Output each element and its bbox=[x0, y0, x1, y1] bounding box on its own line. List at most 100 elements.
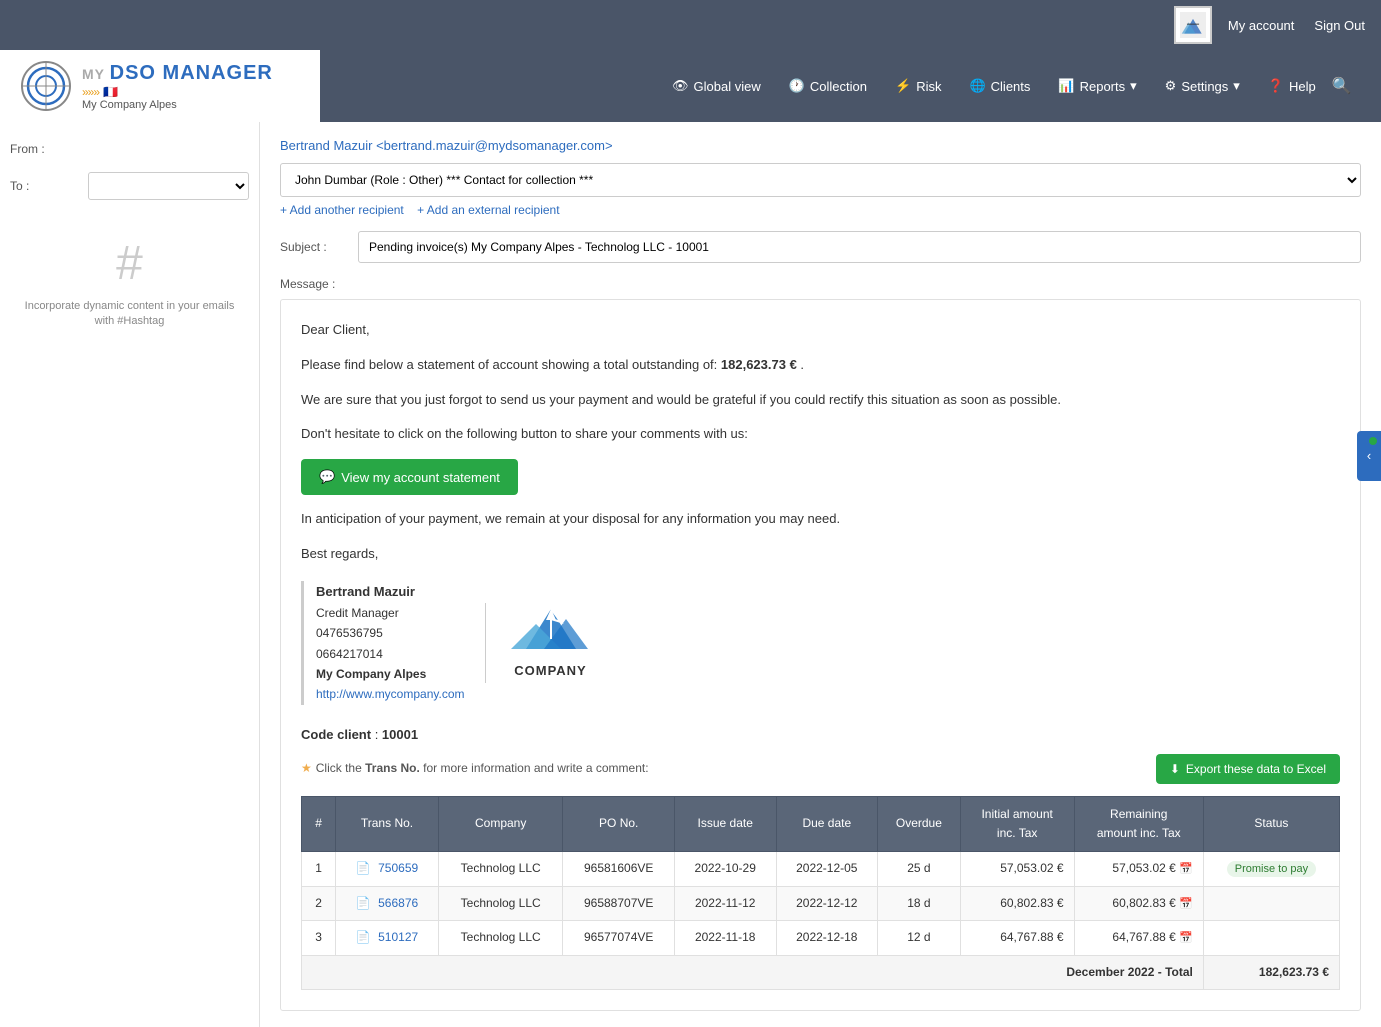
company-logo-text: COMPANY bbox=[514, 661, 586, 682]
search-icon[interactable]: 🔍 bbox=[1332, 76, 1352, 96]
from-row: From : bbox=[10, 142, 249, 156]
export-excel-button[interactable]: ⬇ Export these data to Excel bbox=[1156, 754, 1340, 784]
top-header: My account Sign Out bbox=[0, 0, 1381, 50]
cell-trans: 📄 750659 bbox=[336, 852, 439, 887]
cell-overdue: 12 d bbox=[878, 921, 961, 956]
email-paragraph1: Please find below a statement of account… bbox=[301, 355, 1340, 376]
invoice-table: # Trans No. Company PO No. Issue date Du… bbox=[301, 796, 1340, 990]
hashtag-section: # Incorporate dynamic content in your em… bbox=[10, 216, 249, 350]
email-body: Dear Client, Please find below a stateme… bbox=[280, 299, 1361, 1011]
col-overdue: Overdue bbox=[878, 796, 961, 851]
subject-row: Subject : bbox=[280, 231, 1361, 263]
nav-item-risk[interactable]: ⚡ Risk bbox=[883, 64, 953, 108]
col-num: # bbox=[302, 796, 336, 851]
sign-out-link[interactable]: Sign Out bbox=[1314, 18, 1365, 33]
table-row: 3 📄 510127 Technolog LLC 96577074VE 2022… bbox=[302, 921, 1340, 956]
cell-num: 1 bbox=[302, 852, 336, 887]
subject-input[interactable] bbox=[358, 231, 1361, 263]
settings-dropdown-icon: ▾ bbox=[1233, 78, 1240, 94]
status-badge: Promise to pay bbox=[1227, 861, 1316, 877]
nav-label: Clients bbox=[991, 79, 1031, 94]
table-row: 1 📄 750659 Technolog LLC 96581606VE 2022… bbox=[302, 852, 1340, 887]
logo-main: MY DSO MANAGER bbox=[82, 62, 273, 85]
view-account-button[interactable]: 💬 View my account statement bbox=[301, 459, 518, 495]
cell-status: Promise to pay bbox=[1203, 852, 1339, 887]
pdf-icon: 📄 bbox=[356, 896, 371, 910]
to-dropdown[interactable]: John Dumbar (Role : Other) *** Contact f… bbox=[280, 163, 1361, 197]
trans-link[interactable]: 510127 bbox=[378, 930, 418, 944]
cell-due: 2022-12-18 bbox=[776, 921, 878, 956]
cell-initial: 64,767.88 € bbox=[960, 921, 1074, 956]
comment-icon: 💬 bbox=[319, 469, 335, 485]
add-another-recipient-link[interactable]: + Add another recipient bbox=[280, 203, 404, 217]
nav-item-collection[interactable]: 🕐 Collection bbox=[777, 64, 879, 108]
cell-issue: 2022-10-29 bbox=[674, 852, 776, 887]
settings-icon: ⚙ bbox=[1165, 78, 1177, 94]
cell-po: 96581606VE bbox=[563, 852, 674, 887]
cell-status bbox=[1203, 886, 1339, 921]
logo-text: MY DSO MANAGER »»» 🇫🇷 My Company Alpes bbox=[82, 62, 273, 111]
email-paragraph3: Don't hesitate to click on the following… bbox=[301, 424, 1340, 445]
cell-num: 3 bbox=[302, 921, 336, 956]
chevron-left-icon: ‹ bbox=[1367, 448, 1371, 463]
total-row: December 2022 - Total 182,623.73 € bbox=[302, 955, 1340, 989]
account-logo bbox=[1174, 6, 1212, 44]
nav-item-help[interactable]: ❓ Help bbox=[1256, 64, 1328, 108]
calendar-icon[interactable]: 📅 bbox=[1179, 932, 1193, 944]
cell-overdue: 25 d bbox=[878, 852, 961, 887]
nav-item-settings[interactable]: ⚙ Settings ▾ bbox=[1153, 64, 1252, 108]
cell-remaining: 60,802.83 € 📅 bbox=[1074, 886, 1203, 921]
email-paragraph4: In anticipation of your payment, we rema… bbox=[301, 509, 1340, 530]
calendar-icon[interactable]: 📅 bbox=[1179, 863, 1193, 875]
logo-arrows: »»» 🇫🇷 bbox=[82, 85, 273, 99]
logo-section: MY DSO MANAGER »»» 🇫🇷 My Company Alpes bbox=[0, 50, 320, 122]
cell-company: Technolog LLC bbox=[438, 921, 563, 956]
clients-icon: 🌐 bbox=[969, 78, 985, 94]
to-row: To : bbox=[10, 172, 249, 200]
table-row: 2 📄 566876 Technolog LLC 96588707VE 2022… bbox=[302, 886, 1340, 921]
cell-po: 96577074VE bbox=[563, 921, 674, 956]
cell-remaining: 57,053.02 € 📅 bbox=[1074, 852, 1203, 887]
col-remaining: Remainingamount inc. Tax bbox=[1074, 796, 1203, 851]
nav-label: Help bbox=[1289, 79, 1316, 94]
trans-link[interactable]: 566876 bbox=[378, 896, 418, 910]
cell-remaining: 64,767.88 € 📅 bbox=[1074, 921, 1203, 956]
nav-item-clients[interactable]: 🌐 Clients bbox=[957, 64, 1042, 108]
content-area: Bertrand Mazuir <bertrand.mazuir@mydsoma… bbox=[260, 122, 1381, 1027]
left-sidebar: From : To : # Incorporate dynamic conten… bbox=[0, 122, 260, 1027]
total-label-cell: December 2022 - Total bbox=[302, 955, 1204, 989]
global-view-icon: 👁 bbox=[672, 78, 689, 94]
trans-link[interactable]: 750659 bbox=[378, 861, 418, 875]
company-logo: COMPANY bbox=[506, 604, 596, 682]
app-logo-icon bbox=[20, 60, 72, 112]
nav-item-global-view[interactable]: 👁 Global view bbox=[660, 64, 773, 108]
cell-company: Technolog LLC bbox=[438, 886, 563, 921]
email-closing: Best regards, bbox=[301, 544, 1340, 565]
to-label: To : bbox=[10, 179, 80, 193]
cell-status bbox=[1203, 921, 1339, 956]
nav-label: Risk bbox=[916, 79, 941, 94]
from-label: From : bbox=[10, 142, 80, 156]
right-panel-toggle[interactable]: ‹ bbox=[1357, 431, 1381, 481]
cell-issue: 2022-11-12 bbox=[674, 886, 776, 921]
col-trans: Trans No. bbox=[336, 796, 439, 851]
cell-po: 96588707VE bbox=[563, 886, 674, 921]
my-account-link[interactable]: My account bbox=[1228, 18, 1294, 33]
export-label: Export these data to Excel bbox=[1186, 762, 1326, 776]
calendar-icon[interactable]: 📅 bbox=[1179, 898, 1193, 910]
cell-company: Technolog LLC bbox=[438, 852, 563, 887]
add-external-recipient-link[interactable]: + Add an external recipient bbox=[417, 203, 559, 217]
nav-label: Collection bbox=[810, 79, 867, 94]
star-icon: ★ bbox=[301, 759, 312, 778]
hashtag-description: Incorporate dynamic content in your emai… bbox=[20, 299, 239, 330]
col-status: Status bbox=[1203, 796, 1339, 851]
click-info-row: ★ Click the Trans No. for more informati… bbox=[301, 754, 1340, 784]
col-company: Company bbox=[438, 796, 563, 851]
top-header-links: My account Sign Out bbox=[1228, 18, 1365, 33]
nav-item-reports[interactable]: 📊 Reports ▾ bbox=[1046, 64, 1148, 108]
notification-dot bbox=[1369, 437, 1377, 445]
cell-initial: 60,802.83 € bbox=[960, 886, 1074, 921]
to-select[interactable] bbox=[88, 172, 249, 200]
cell-due: 2022-12-12 bbox=[776, 886, 878, 921]
sig-website[interactable]: http://www.mycompany.com bbox=[316, 687, 465, 701]
